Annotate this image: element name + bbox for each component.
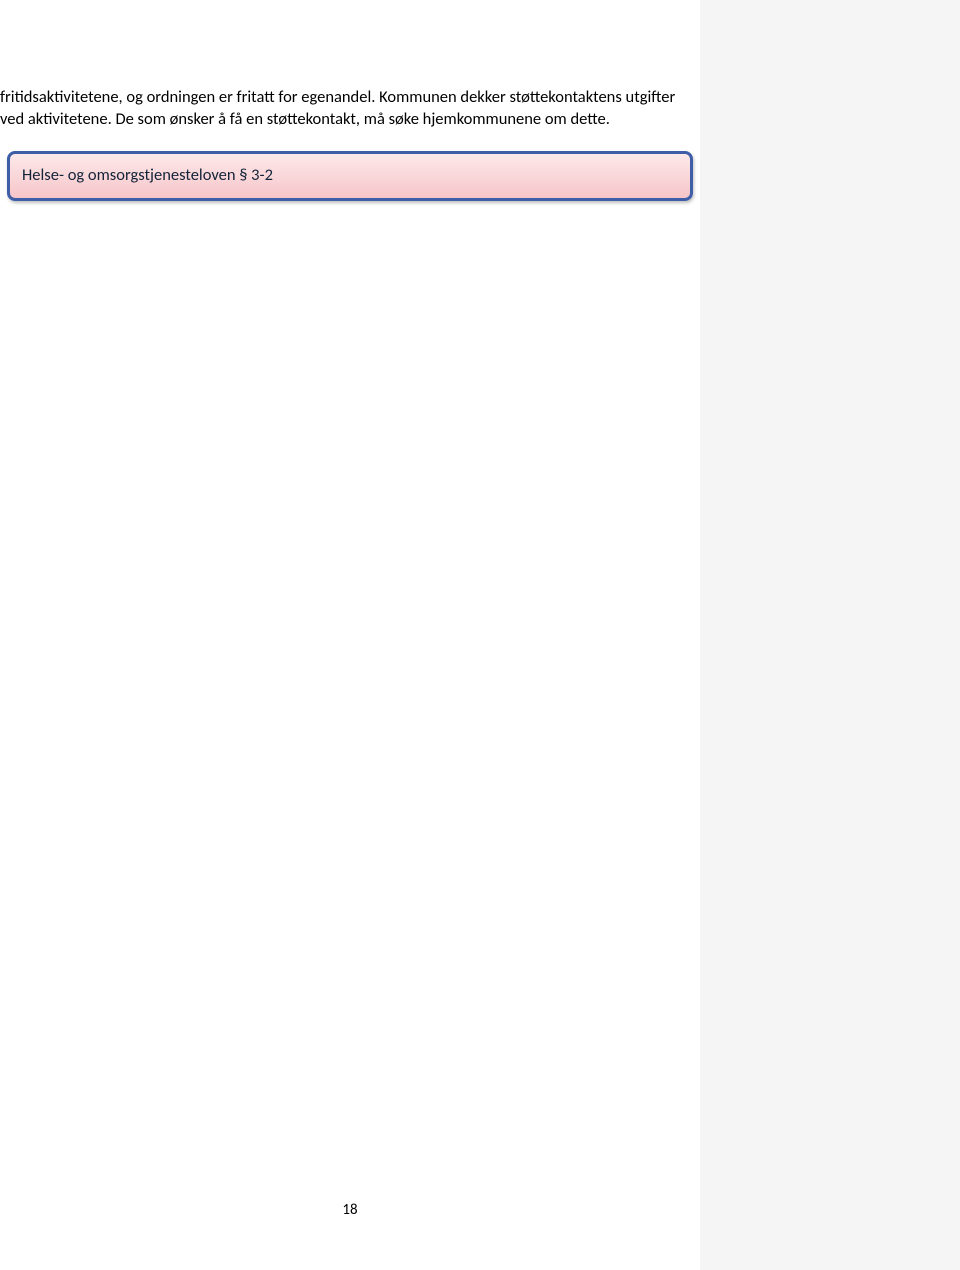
page-number: 18 bbox=[0, 1200, 700, 1220]
callout-text: Helse- og omsorgstjenesteloven § 3-2 bbox=[22, 165, 273, 185]
law-reference-callout: Helse- og omsorgstjenesteloven § 3-2 bbox=[7, 151, 693, 201]
document-page: fritidsaktivitetene, og ordningen er fri… bbox=[0, 0, 700, 1270]
paragraph-body: fritidsaktivitetene, og ordningen er fri… bbox=[0, 86, 700, 131]
page-content: fritidsaktivitetene, og ordningen er fri… bbox=[0, 0, 700, 201]
